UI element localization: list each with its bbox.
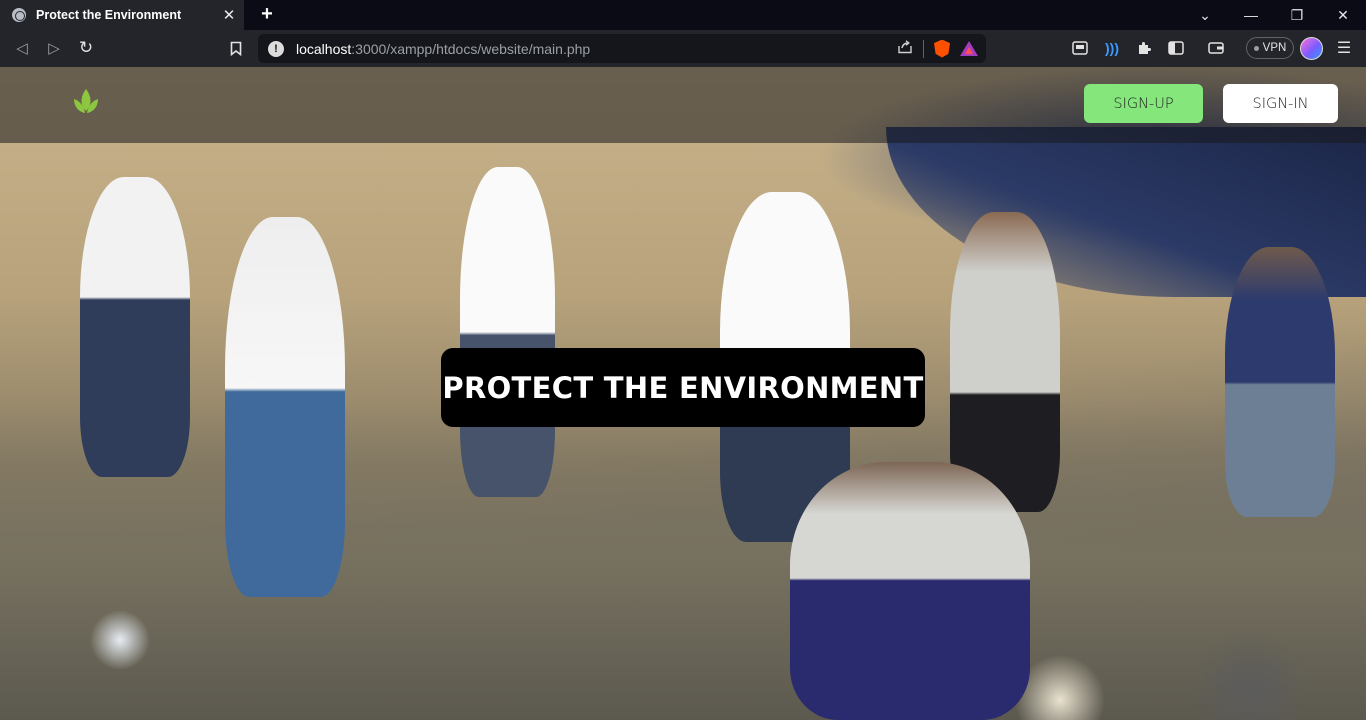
wifi-icon[interactable]: )))	[1102, 38, 1122, 58]
volunteer-figure	[460, 167, 555, 497]
minimize-icon[interactable]: —	[1228, 0, 1274, 30]
hero-waste-pile	[0, 400, 1366, 720]
brave-shield-icon[interactable]	[934, 39, 950, 58]
address-bar[interactable]: ! localhost:3000/xampp/htdocs/website/ma…	[258, 34, 986, 63]
close-window-icon[interactable]: ✕	[1320, 0, 1366, 30]
bookmark-icon[interactable]	[226, 38, 246, 58]
brave-rewards-icon[interactable]	[960, 41, 978, 56]
forward-icon[interactable]: ▷	[44, 38, 64, 58]
info-icon[interactable]: !	[268, 40, 284, 57]
back-icon[interactable]: ◁	[12, 38, 32, 58]
sign-in-button[interactable]: SIGN-IN	[1223, 84, 1338, 123]
wallet-icon[interactable]	[1206, 38, 1226, 58]
menu-icon[interactable]: ☰	[1334, 38, 1354, 58]
url-text[interactable]: localhost:3000/xampp/htdocs/website/main…	[296, 41, 590, 57]
new-tab-button[interactable]: +	[256, 3, 278, 26]
media-icon[interactable]	[1070, 38, 1090, 58]
window-controls: ⌄ — ❐ ✕	[1182, 0, 1366, 30]
restore-icon[interactable]: ❐	[1274, 0, 1320, 30]
reload-icon[interactable]: ↻	[76, 38, 96, 58]
vpn-button[interactable]: VPN	[1246, 37, 1294, 59]
tab-search-icon[interactable]: ⌄	[1182, 0, 1228, 30]
sign-up-button[interactable]: SIGN-UP	[1084, 84, 1203, 123]
volunteer-figure	[225, 217, 345, 597]
tab-title: Protect the Environment	[36, 8, 182, 22]
vpn-label: VPN	[1262, 42, 1287, 54]
share-icon[interactable]	[897, 40, 913, 57]
browser-tab[interactable]: Protect the Environment ✕	[0, 0, 244, 30]
omnibox-separator	[923, 39, 924, 58]
volunteer-figure	[950, 212, 1060, 512]
volunteer-figure	[80, 177, 190, 477]
volunteer-figure	[790, 462, 1030, 720]
vpn-status-dot	[1253, 45, 1259, 51]
hero-title: PROTECT THE ENVIRONMENT	[441, 348, 925, 427]
globe-icon	[12, 8, 26, 22]
page-viewport: SIGN-UP SIGN-IN PROTECT THE ENVIRONMENT	[0, 67, 1366, 720]
close-tab-icon[interactable]: ✕	[218, 6, 240, 24]
extensions-icon[interactable]	[1134, 38, 1154, 58]
navigation-bar: ◁ ▷ ↻ ! localhost:3000/xampp/htdocs/webs…	[0, 30, 1366, 67]
tab-strip: Protect the Environment ✕ + ⌄ — ❐ ✕	[0, 0, 1366, 30]
sidebar-icon[interactable]	[1166, 38, 1186, 58]
leaf-logo-icon[interactable]	[52, 75, 112, 138]
profile-avatar[interactable]	[1300, 37, 1323, 60]
volunteer-figure	[1225, 247, 1335, 517]
